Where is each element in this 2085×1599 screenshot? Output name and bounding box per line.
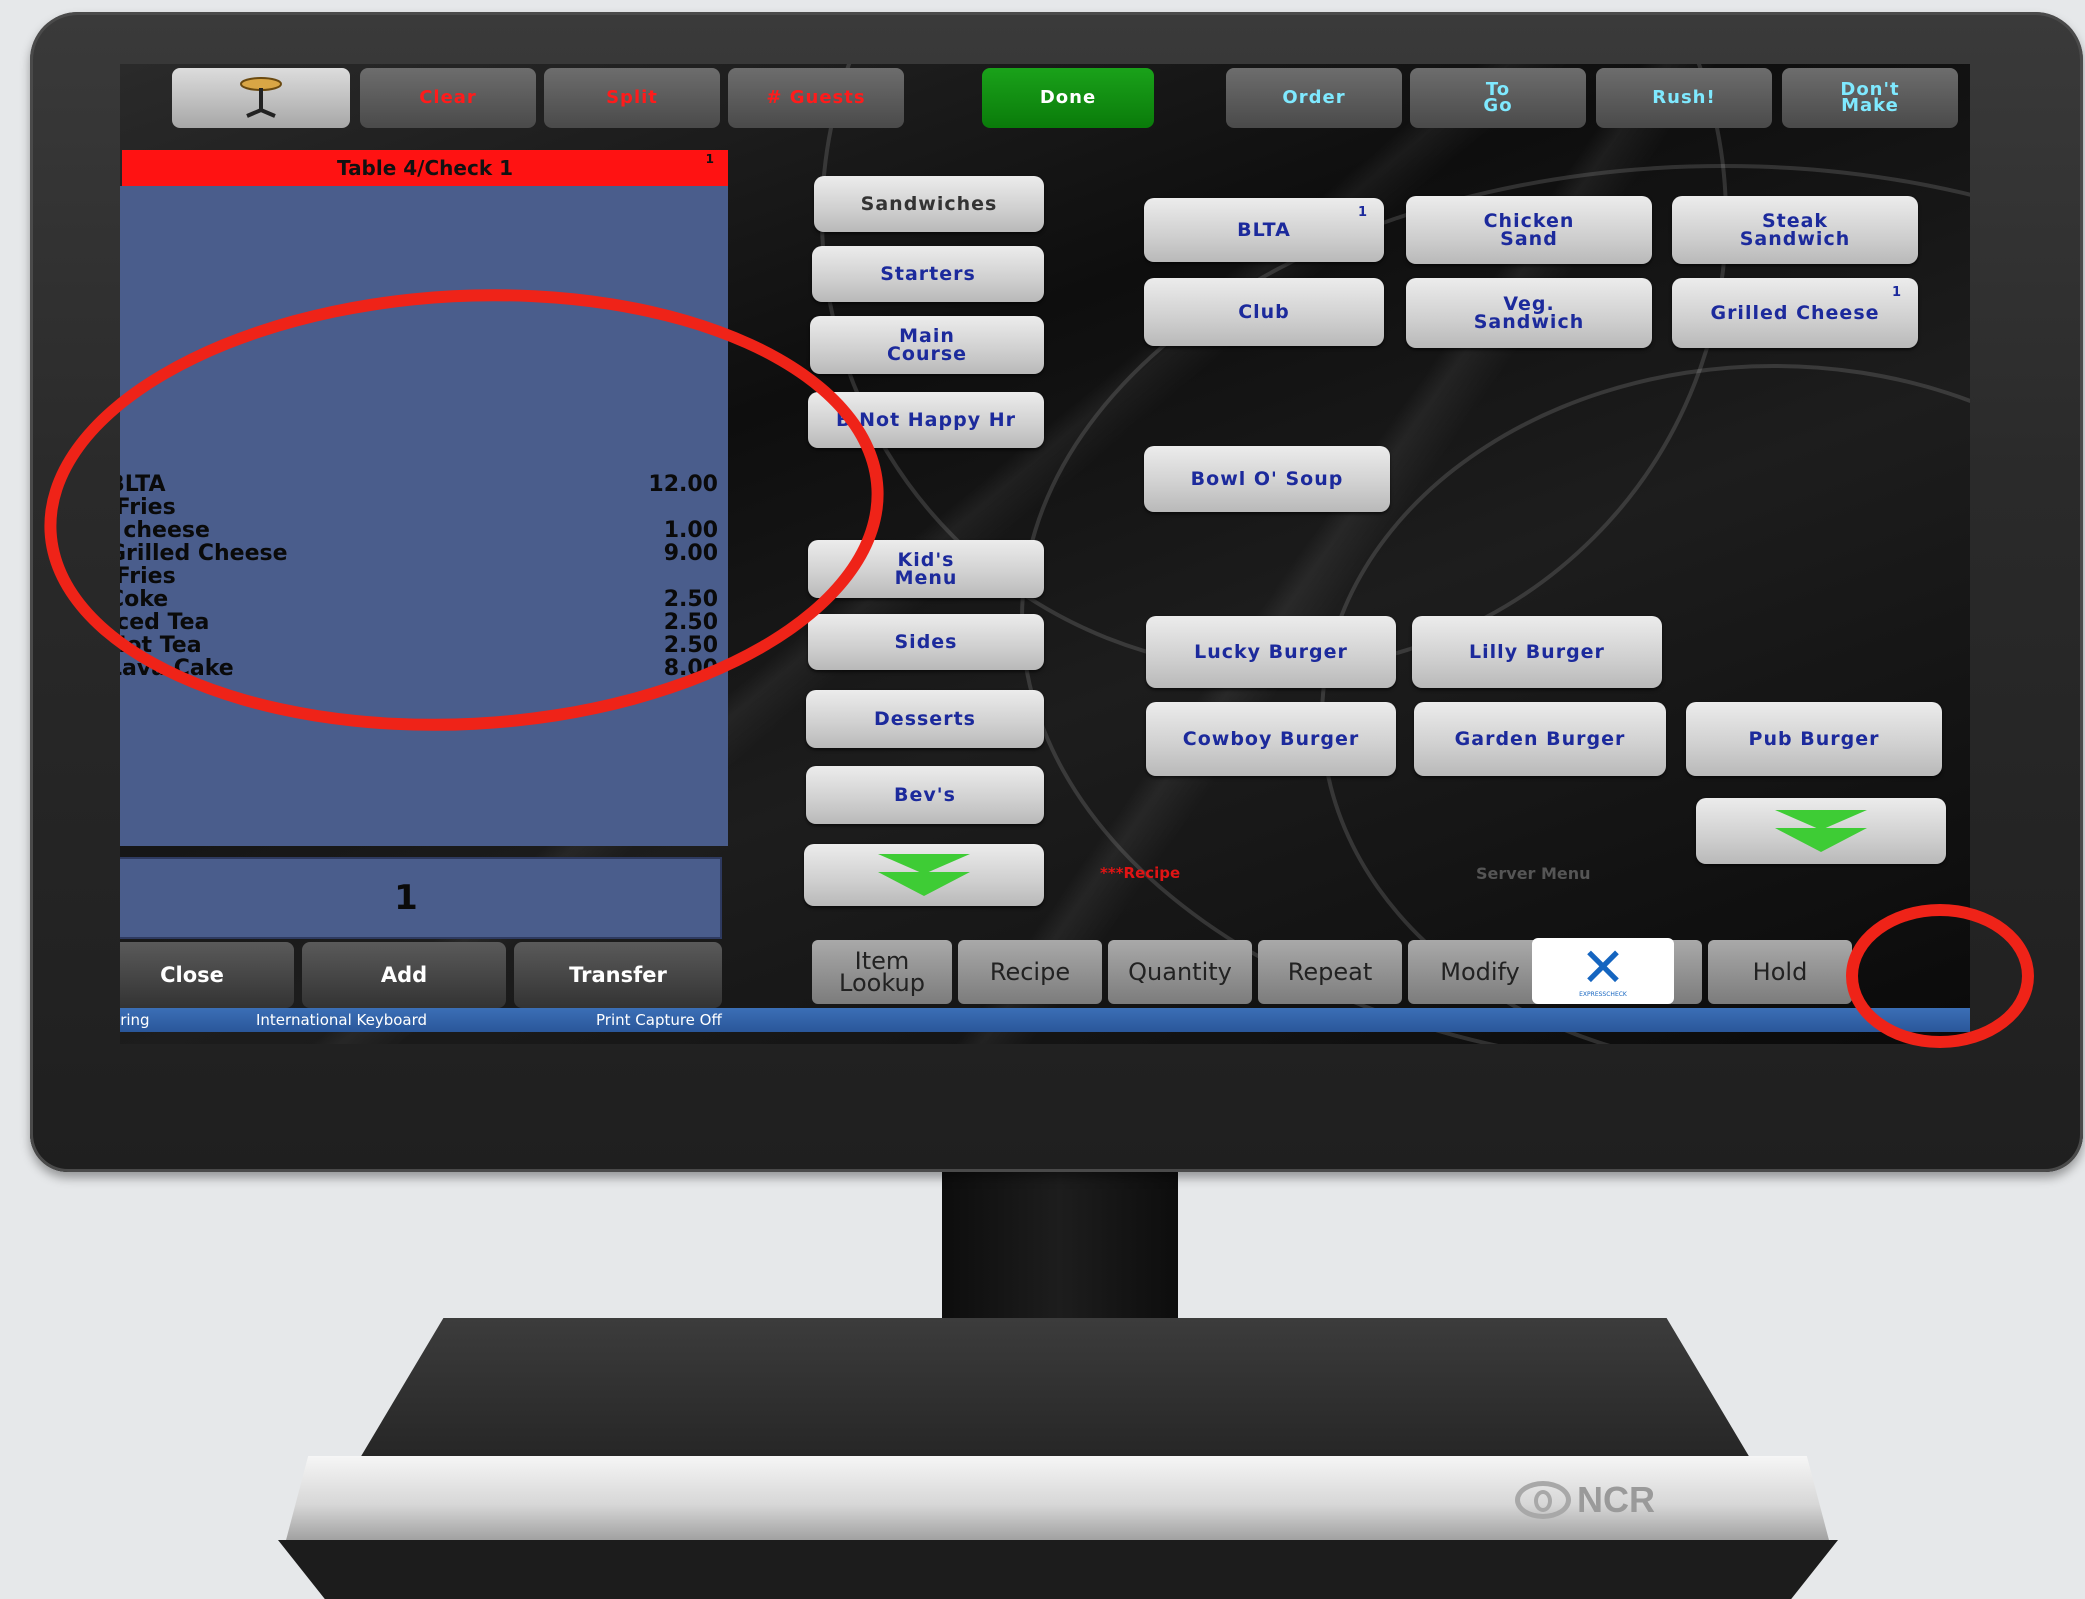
server-menu-label: Server Menu	[1476, 864, 1591, 883]
dont-make-button[interactable]: Don't Make	[1782, 68, 1958, 128]
category-sides[interactable]: Sides	[808, 614, 1044, 670]
status-print-capture: Print Capture Off	[596, 1011, 722, 1029]
monitor-stand-foot	[278, 1540, 1838, 1599]
menu-item-garden-burger[interactable]: Garden Burger	[1414, 702, 1666, 776]
close-button[interactable]: Close	[120, 942, 294, 1008]
item-count-badge: 1	[1891, 285, 1902, 300]
menu-item-club[interactable]: Club	[1144, 278, 1384, 346]
category-scroll-down-button[interactable]	[804, 844, 1044, 906]
hold-button[interactable]: Hold	[1708, 940, 1852, 1004]
menu-item-bowl-o-soup[interactable]: Bowl O' Soup	[1144, 446, 1390, 512]
quantity-button[interactable]: Quantity	[1108, 940, 1252, 1004]
recipe-button[interactable]: Recipe	[958, 940, 1102, 1004]
menu-item-blta[interactable]: BLTA 1	[1144, 198, 1384, 262]
status-keyboard: International Keyboard	[256, 1011, 428, 1029]
status-bar: Sharing International Keyboard Print Cap…	[120, 1008, 1970, 1032]
table-icon	[240, 77, 282, 118]
done-button[interactable]: Done	[982, 68, 1154, 128]
split-button[interactable]: Split	[544, 68, 720, 128]
ncr-logo: NCR	[1515, 1478, 1655, 1522]
menu-item-label: Grilled Cheese	[1710, 302, 1880, 324]
check-header-count: 1	[705, 152, 714, 166]
table-icon-button[interactable]	[172, 68, 350, 128]
category-desserts[interactable]: Desserts	[806, 690, 1044, 748]
status-sharing: Sharing	[120, 1011, 150, 1029]
highlight-circle-annotation	[1846, 904, 2034, 1048]
menu-item-veg-sandwich[interactable]: Veg. Sandwich	[1406, 278, 1652, 348]
clear-button[interactable]: Clear	[360, 68, 536, 128]
menu-item-chicken-sand[interactable]: Chicken Sand	[1406, 196, 1652, 264]
monitor-neck	[942, 1172, 1178, 1332]
menu-item-grilled-cheese[interactable]: Grilled Cheese 1	[1672, 278, 1918, 348]
menu-item-lilly-burger[interactable]: Lilly Burger	[1412, 616, 1662, 688]
exit-button-caption: EXPRESSCHECK	[1579, 990, 1627, 998]
rush-button[interactable]: Rush!	[1596, 68, 1772, 128]
order-button[interactable]: Order	[1226, 68, 1402, 128]
ncr-logo-text: NCR	[1577, 1479, 1655, 1520]
menu-item-cowboy-burger[interactable]: Cowboy Burger	[1146, 702, 1396, 776]
item-lookup-button[interactable]: Item Lookup	[812, 940, 952, 1004]
transfer-button[interactable]: Transfer	[514, 942, 722, 1008]
menu-item-pub-burger[interactable]: Pub Burger	[1686, 702, 1942, 776]
menu-scroll-down-button[interactable]	[1696, 798, 1946, 864]
monitor-stand-base	[360, 1318, 1750, 1458]
recipe-note: ***Recipe	[1100, 864, 1181, 882]
category-sandwiches[interactable]: Sandwiches	[814, 176, 1044, 232]
double-chevron-down-icon	[1775, 810, 1867, 852]
quantity-display: 1	[120, 857, 722, 939]
guests-button[interactable]: # Guests	[728, 68, 904, 128]
category-main-course[interactable]: Main Course	[810, 316, 1044, 374]
check-title: Table 4/Check 1	[337, 156, 513, 180]
to-go-button[interactable]: To Go	[1410, 68, 1586, 128]
action-bar: Item Lookup Recipe Quantity Repeat Modif…	[812, 936, 1970, 1006]
double-chevron-down-icon	[878, 854, 970, 896]
repeat-button[interactable]: Repeat	[1258, 940, 1402, 1004]
category-bevs[interactable]: Bev's	[806, 766, 1044, 824]
modify-button[interactable]: Modify	[1408, 940, 1552, 1004]
menu-item-label: BLTA	[1237, 219, 1291, 241]
exit-button[interactable]: ✕ EXPRESSCHECK	[1532, 938, 1674, 1004]
add-button[interactable]: Add	[302, 942, 506, 1008]
category-starters[interactable]: Starters	[812, 246, 1044, 302]
menu-item-lucky-burger[interactable]: Lucky Burger	[1146, 616, 1396, 688]
menu-item-steak-sandwich[interactable]: Steak Sandwich	[1672, 196, 1918, 264]
ncr-logo-icon	[1515, 1481, 1571, 1519]
close-x-icon: ✕	[1580, 935, 1626, 999]
check-header[interactable]: Table 4/Check 1 1	[122, 150, 728, 186]
item-count-badge: 1	[1357, 205, 1368, 220]
